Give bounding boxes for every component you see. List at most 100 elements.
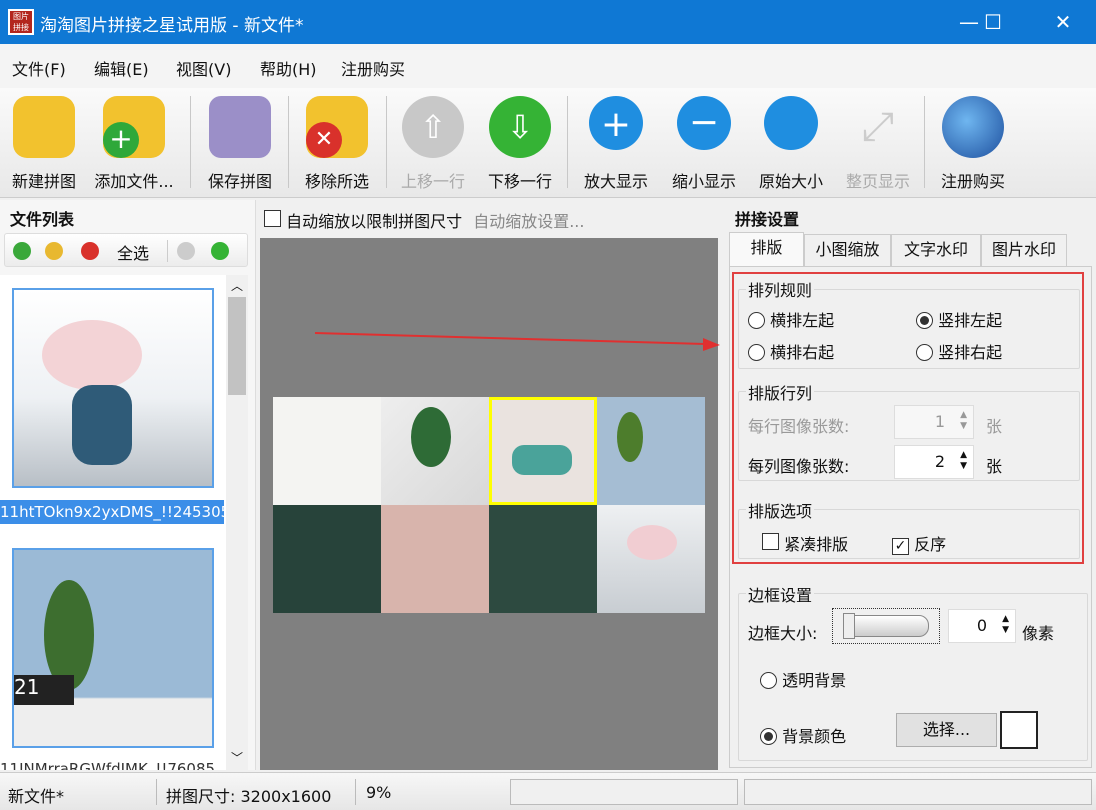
fit-page-icon: ⤢: [862, 104, 894, 150]
preview-panel: 自动缩放以限制拼图尺寸 自动缩放设置...: [260, 200, 720, 770]
choose-color-button[interactable]: 选择...: [896, 713, 997, 747]
status-file: 新文件*: [8, 787, 65, 806]
border-size-label: 边框大小:: [748, 624, 818, 643]
zoom-in-button[interactable]: + 放大显示: [572, 92, 660, 192]
reverse-checkbox[interactable]: ✓ 反序: [892, 531, 946, 555]
status-panel: [744, 779, 1092, 805]
tab-layout[interactable]: 排版: [729, 232, 804, 266]
file-list-title: 文件列表: [10, 210, 75, 229]
annotation-arrow-icon: [314, 332, 720, 351]
per-col-label: 每列图像张数:: [748, 457, 850, 476]
auto-scale-label: 自动缩放以限制拼图尺寸: [286, 212, 463, 231]
title-bar: 图片 拼接 淘淘图片拼接之星试用版 - 新文件* — ☐ ✕: [0, 0, 1096, 44]
border-size-unit: 像素: [1022, 624, 1055, 643]
radio-horizontal-right[interactable]: 横排右起: [748, 339, 834, 363]
collage-cell[interactable]: [273, 505, 381, 613]
scroll-down-icon[interactable]: ﹀: [231, 749, 243, 766]
move-up-button[interactable]: ⇧ 上移一行: [389, 92, 477, 192]
auto-scale-settings-link[interactable]: 自动缩放设置...: [473, 212, 584, 231]
radio-bg-color[interactable]: 背景颜色: [760, 723, 846, 747]
tab-text-watermark[interactable]: 文字水印: [891, 234, 981, 266]
file-list-toolbar: 全选: [4, 233, 248, 267]
register-button[interactable]: 注册购买: [929, 92, 1017, 192]
color-swatch[interactable]: [1000, 711, 1038, 749]
save-collage-button[interactable]: 保存拼图: [196, 92, 284, 192]
menu-view[interactable]: 视图(V): [176, 56, 231, 80]
move-up-small-icon[interactable]: [177, 242, 195, 260]
collage-cell-selected[interactable]: [489, 397, 597, 505]
radio-vertical-right[interactable]: 竖排右起: [916, 339, 1002, 363]
move-down-icon: ⇩: [489, 96, 551, 158]
menu-register[interactable]: 注册购买: [341, 56, 405, 80]
collage-cell[interactable]: [597, 505, 705, 613]
actual-size-icon: [764, 96, 818, 150]
tab-image-watermark[interactable]: 图片水印: [981, 234, 1067, 266]
auto-scale-option[interactable]: 自动缩放以限制拼图尺寸 自动缩放设置...: [264, 208, 584, 232]
file-thumbnail[interactable]: 21: [12, 548, 214, 748]
radio-vertical-left[interactable]: 竖排左起: [916, 307, 1002, 331]
toolbar-separator: [924, 96, 925, 188]
per-row-label: 每行图像张数:: [748, 417, 850, 436]
border-title: 边框设置: [746, 582, 815, 606]
collage-cell[interactable]: [273, 397, 381, 505]
radio-checked-icon[interactable]: [760, 728, 777, 745]
file-name[interactable]: 11htTOkn9x2yxDMS_!!2453054: [0, 500, 224, 524]
slider-thumb[interactable]: [843, 613, 855, 639]
checkmark-icon[interactable]: ✓: [892, 538, 909, 555]
radio-horizontal-left[interactable]: 横排左起: [748, 307, 834, 331]
radio-checked-icon[interactable]: [916, 312, 933, 329]
file-list-panel: 文件列表 全选 11htTOkn9x2yxDMS_!!2453054 21 11…: [0, 200, 256, 770]
register-icon: [942, 96, 1004, 158]
file-thumbnail[interactable]: [12, 288, 214, 488]
add-image-icon[interactable]: [13, 242, 31, 260]
toolbar-separator: [567, 96, 568, 188]
tab-content: 排列规则 横排左起 竖排左起 横排右起 竖排右起 排版行列 每行图像张数: 1 ▲…: [729, 266, 1092, 768]
remove-selected-button[interactable]: ✕ 移除所选: [293, 92, 381, 192]
fit-page-button[interactable]: ⤢ 整页显示: [834, 92, 922, 192]
per-row-unit: 张: [986, 417, 1003, 436]
scroll-up-icon[interactable]: ︿: [231, 277, 243, 294]
auto-scale-checkbox[interactable]: [264, 210, 281, 227]
radio-transparent-bg[interactable]: 透明背景: [760, 667, 846, 691]
settings-panel: 拼接设置 排版 小图缩放 文字水印 图片水印 排列规则 横排左起 竖排左起 横排…: [725, 200, 1096, 770]
border-size-slider[interactable]: [832, 608, 940, 644]
add-folder-icon[interactable]: [45, 242, 63, 260]
add-file-button[interactable]: + 添加文件...: [90, 92, 178, 192]
collage-cell[interactable]: [489, 505, 597, 613]
border-size-spinner[interactable]: 0 ▲ ▼: [948, 609, 1016, 643]
move-down-small-icon[interactable]: [211, 242, 229, 260]
file-list[interactable]: 11htTOkn9x2yxDMS_!!2453054 21 11JNMrraRG…: [0, 275, 226, 770]
move-down-button[interactable]: ⇩ 下移一行: [476, 92, 564, 192]
new-collage-button[interactable]: 新建拼图: [0, 92, 88, 192]
zoom-out-button[interactable]: − 缩小显示: [660, 92, 748, 192]
radio-icon[interactable]: [748, 344, 765, 361]
remove-image-icon[interactable]: [81, 242, 99, 260]
close-button[interactable]: ✕: [1040, 0, 1086, 44]
menu-edit[interactable]: 编辑(E): [94, 56, 149, 80]
status-progress: [510, 779, 738, 805]
file-name[interactable]: 11JNMrraRGWfdJMK_!!76085: [0, 757, 224, 770]
radio-icon[interactable]: [748, 312, 765, 329]
toolbar-separator: [288, 96, 289, 188]
per-row-spinner[interactable]: 1 ▲ ▼: [894, 405, 974, 439]
menu-help[interactable]: 帮助(H): [260, 56, 317, 80]
radio-icon[interactable]: [760, 672, 777, 689]
per-col-spinner[interactable]: 2 ▲ ▼: [894, 445, 974, 479]
checkbox-icon[interactable]: [762, 533, 779, 550]
actual-size-button[interactable]: 原始大小: [747, 92, 835, 192]
select-all-button[interactable]: 全选: [117, 240, 149, 264]
separator: [355, 779, 356, 805]
collage-preview[interactable]: [273, 397, 705, 613]
scrollbar-thumb[interactable]: [228, 297, 246, 395]
toolbar-separator: [386, 96, 387, 188]
radio-icon[interactable]: [916, 344, 933, 361]
compact-checkbox[interactable]: 紧凑排版: [762, 531, 848, 555]
maximize-button[interactable]: ☐: [970, 0, 1016, 44]
tab-thumbnail-scale[interactable]: 小图缩放: [804, 234, 891, 266]
collage-cell[interactable]: [381, 505, 489, 613]
menu-file[interactable]: 文件(F): [12, 56, 66, 80]
collage-cell[interactable]: [597, 397, 705, 505]
file-list-scrollbar[interactable]: ︿ ﹀: [226, 275, 248, 770]
collage-cell[interactable]: [381, 397, 489, 505]
collage-canvas[interactable]: [260, 238, 718, 770]
